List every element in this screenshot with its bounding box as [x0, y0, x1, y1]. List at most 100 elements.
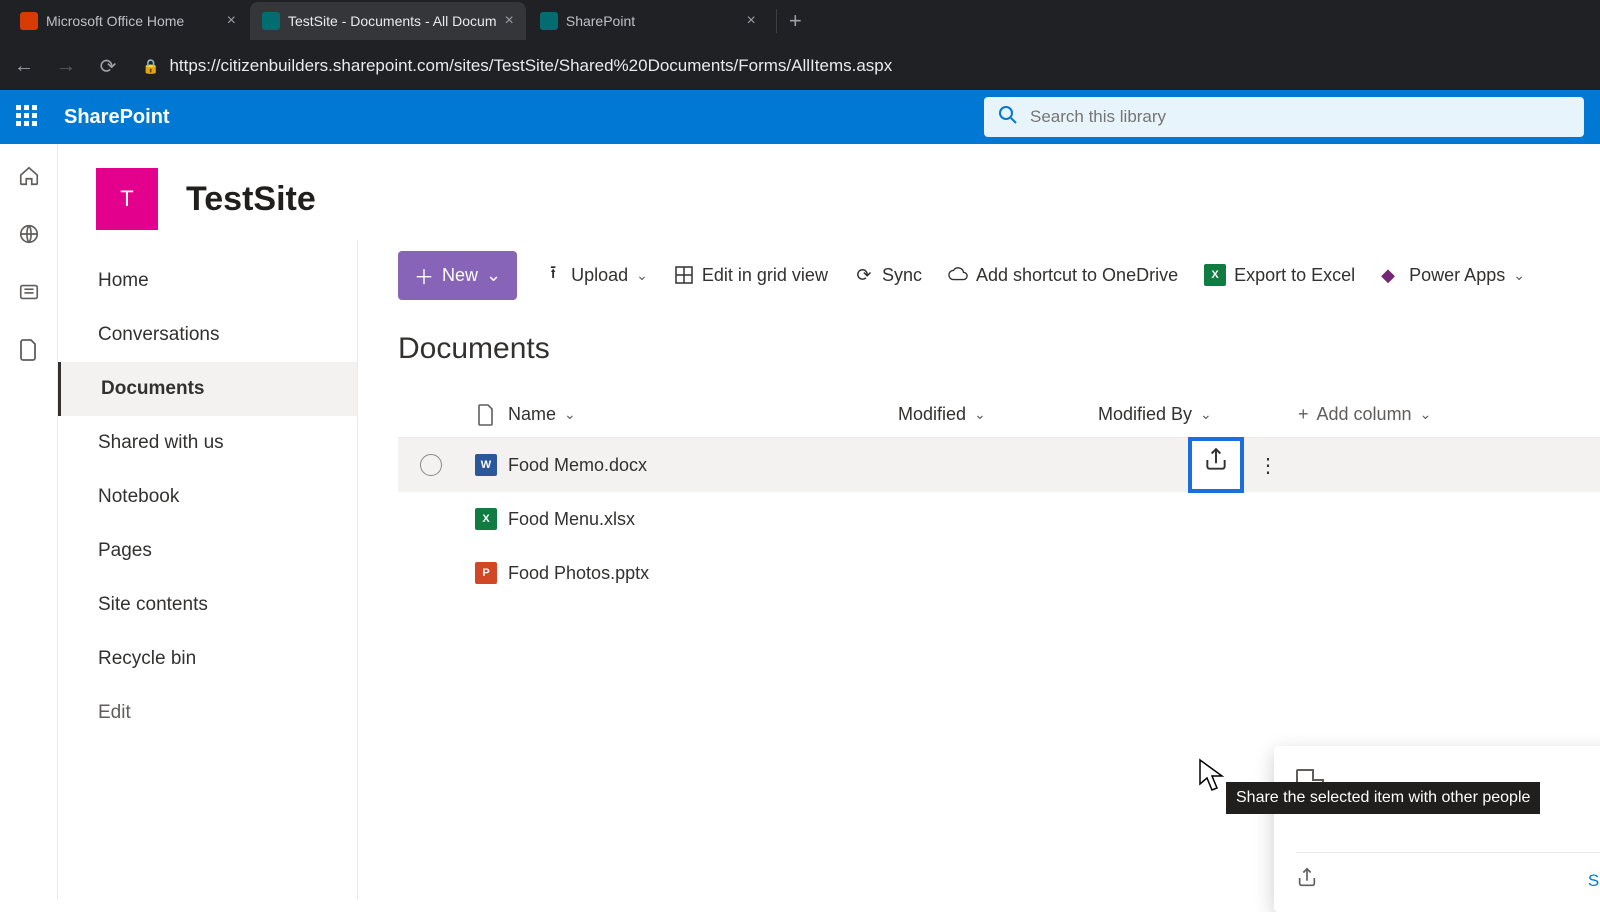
- new-label: New: [442, 265, 478, 286]
- chevron-down-icon: ⌄: [486, 265, 501, 286]
- see-details-link[interactable]: See details: [1588, 871, 1600, 891]
- shortcut-button[interactable]: Add shortcut to OneDrive: [948, 265, 1178, 286]
- suite-brand[interactable]: SharePoint: [64, 106, 170, 129]
- powerpoint-icon: P: [475, 562, 497, 584]
- suite-header: SharePoint: [0, 90, 1600, 144]
- tab-title: Microsoft Office Home: [46, 13, 219, 29]
- plus-icon: +: [1298, 404, 1309, 425]
- chevron-down-icon: ⌄: [636, 267, 648, 284]
- new-button[interactable]: ＋ New ⌄: [398, 251, 517, 300]
- reload-icon[interactable]: ⟳: [94, 54, 122, 79]
- nav-pages[interactable]: Pages: [58, 524, 357, 578]
- share-icon: [1203, 447, 1229, 479]
- new-tab-button[interactable]: +: [776, 9, 814, 33]
- search-input[interactable]: [1030, 107, 1570, 127]
- file-row[interactable]: P Food Photos.pptx: [398, 546, 1600, 600]
- chevron-down-icon: ⌄: [564, 406, 576, 423]
- address-bar[interactable]: 🔒 https://citizenbuilders.sharepoint.com…: [136, 56, 1590, 76]
- url-text: https://citizenbuilders.sharepoint.com/s…: [169, 56, 892, 76]
- row-select[interactable]: [420, 454, 442, 476]
- site-title: TestSite: [186, 180, 316, 219]
- shortcut-label: Add shortcut to OneDrive: [976, 265, 1178, 286]
- browser-chrome: Microsoft Office Home × TestSite - Docum…: [0, 0, 1600, 90]
- column-modified[interactable]: Modified ⌄: [898, 404, 1098, 425]
- site-logo[interactable]: T: [96, 168, 158, 230]
- export-label: Export to Excel: [1234, 265, 1355, 286]
- column-modified-by[interactable]: Modified By ⌄: [1098, 404, 1298, 425]
- sync-label: Sync: [882, 265, 922, 286]
- nav-shared[interactable]: Shared with us: [58, 416, 357, 470]
- column-add-label: Add column: [1317, 404, 1412, 425]
- tab-title: SharePoint: [566, 13, 739, 29]
- sync-icon: ⟳: [854, 265, 874, 285]
- word-icon: W: [475, 454, 497, 476]
- nav-documents[interactable]: Documents: [58, 362, 357, 416]
- document-icon: [477, 404, 495, 426]
- column-name-label: Name: [508, 404, 556, 425]
- file-name[interactable]: Food Memo.docx: [508, 455, 647, 476]
- favicon-office-icon: [20, 12, 38, 30]
- news-icon[interactable]: [17, 280, 41, 304]
- column-add[interactable]: + Add column ⌄: [1298, 404, 1498, 425]
- nav-home[interactable]: Home: [58, 254, 357, 308]
- app-launcher-icon[interactable]: [16, 105, 40, 129]
- globe-icon[interactable]: [17, 222, 41, 246]
- search-icon: [998, 105, 1018, 130]
- favicon-sharepoint-icon: [262, 12, 280, 30]
- column-header-row: Name ⌄ Modified ⌄ Modified By ⌄ +: [398, 392, 1600, 438]
- row-actions: ⋮: [1188, 437, 1278, 493]
- column-modified-label: Modified: [898, 404, 966, 425]
- share-button[interactable]: [1188, 437, 1244, 493]
- powerapps-icon: ◆: [1381, 265, 1401, 285]
- edit-grid-label: Edit in grid view: [702, 265, 828, 286]
- powerapps-label: Power Apps: [1409, 265, 1505, 286]
- file-row[interactable]: W Food Memo.docx ⋮: [398, 438, 1600, 492]
- main: T TestSite Home Conversations Documents …: [58, 144, 1600, 900]
- edit-grid-button[interactable]: Edit in grid view: [674, 265, 828, 286]
- content-row: Home Conversations Documents Shared with…: [58, 240, 1600, 900]
- close-icon[interactable]: ×: [747, 12, 756, 30]
- share-icon[interactable]: [1296, 867, 1318, 894]
- chevron-down-icon: ⌄: [974, 406, 986, 423]
- column-name[interactable]: Name ⌄: [508, 404, 898, 425]
- sync-button[interactable]: ⟳ Sync: [854, 265, 922, 286]
- tab-strip: Microsoft Office Home × TestSite - Docum…: [0, 0, 1600, 42]
- forward-icon[interactable]: →: [52, 55, 80, 78]
- export-button[interactable]: X Export to Excel: [1204, 264, 1355, 286]
- separator: [1296, 852, 1600, 853]
- nav-site-contents[interactable]: Site contents: [58, 578, 357, 632]
- more-icon[interactable]: ⋮: [1258, 453, 1278, 478]
- cursor-icon: [1198, 758, 1226, 797]
- powerapps-button[interactable]: ◆ Power Apps ⌄: [1381, 265, 1525, 286]
- close-icon[interactable]: ×: [505, 12, 514, 30]
- close-icon[interactable]: ×: [227, 12, 236, 30]
- upload-label: Upload: [571, 265, 628, 286]
- files-icon[interactable]: [17, 338, 41, 362]
- home-icon[interactable]: [17, 164, 41, 188]
- nav-conversations[interactable]: Conversations: [58, 308, 357, 362]
- nav-edit[interactable]: Edit: [58, 686, 357, 740]
- excel-icon: X: [475, 508, 497, 530]
- upload-icon: ⭱: [543, 265, 563, 285]
- tab-sharepoint[interactable]: SharePoint ×: [528, 2, 768, 40]
- column-modified-by-label: Modified By: [1098, 404, 1192, 425]
- file-name[interactable]: Food Photos.pptx: [508, 563, 649, 584]
- search-box[interactable]: [984, 97, 1584, 137]
- nav-notebook[interactable]: Notebook: [58, 470, 357, 524]
- file-name[interactable]: Food Menu.xlsx: [508, 509, 635, 530]
- lock-icon: 🔒: [142, 58, 159, 75]
- plus-icon: ＋: [414, 261, 434, 290]
- back-icon[interactable]: ←: [10, 55, 38, 78]
- left-nav: Home Conversations Documents Shared with…: [58, 240, 358, 900]
- file-row[interactable]: X Food Menu.xlsx: [398, 492, 1600, 546]
- excel-icon: X: [1204, 264, 1226, 286]
- upload-button[interactable]: ⭱ Upload ⌄: [543, 265, 648, 286]
- chevron-down-icon: ⌄: [1513, 267, 1525, 284]
- tab-documents[interactable]: TestSite - Documents - All Docum ×: [250, 2, 526, 40]
- tab-office[interactable]: Microsoft Office Home ×: [8, 2, 248, 40]
- app-rail: [0, 144, 58, 900]
- tab-title: TestSite - Documents - All Docum: [288, 13, 497, 29]
- nav-recycle[interactable]: Recycle bin: [58, 632, 357, 686]
- page: ＋ New ⌄ ⭱ Upload ⌄ Edit in grid view: [358, 240, 1600, 900]
- onedrive-icon: [948, 265, 968, 285]
